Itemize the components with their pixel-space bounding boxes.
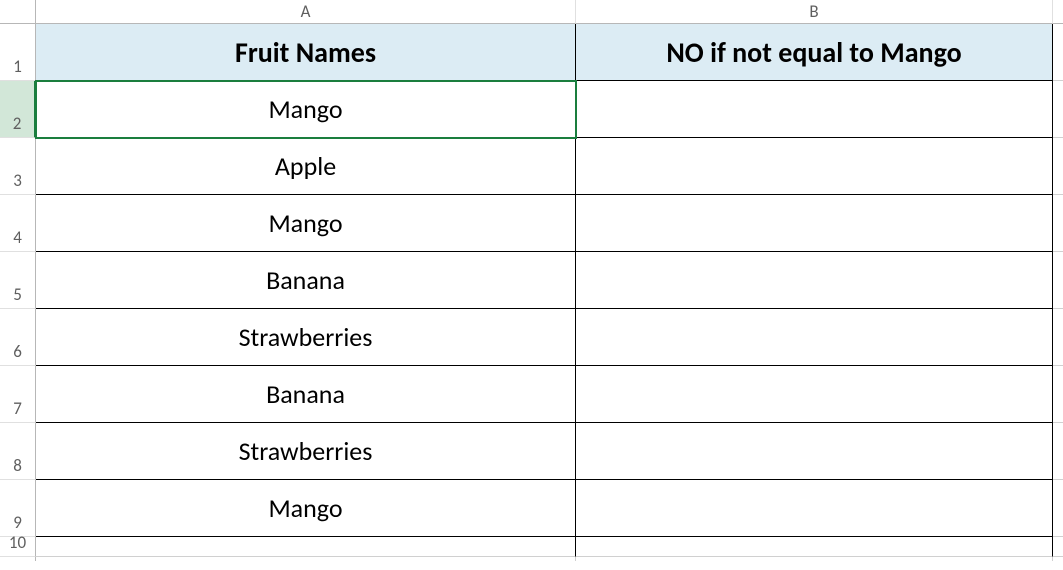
row-header-6[interactable]: 6 — [0, 309, 36, 366]
grid-edge — [1053, 81, 1063, 138]
cell-B4[interactable] — [576, 195, 1053, 252]
cell-A6[interactable]: Strawberries — [36, 309, 576, 366]
cell-B3[interactable] — [576, 138, 1053, 195]
cell-A4[interactable]: Mango — [36, 195, 576, 252]
grid-edge — [1053, 537, 1063, 557]
cell-A10[interactable] — [36, 537, 576, 557]
cell-B9[interactable] — [576, 480, 1053, 537]
cell-A9[interactable]: Mango — [36, 480, 576, 537]
row-header-1[interactable]: 1 — [0, 24, 36, 81]
select-all-corner[interactable] — [0, 0, 36, 24]
col-header-A[interactable]: A — [36, 0, 576, 24]
cell-B10[interactable] — [576, 537, 1053, 557]
grid-edge — [1053, 366, 1063, 423]
cell-A3[interactable]: Apple — [36, 138, 576, 195]
cell-B5[interactable] — [576, 252, 1053, 309]
row-header-4[interactable]: 4 — [0, 195, 36, 252]
cell-B2[interactable] — [576, 81, 1053, 138]
row-header-9[interactable]: 9 — [0, 480, 36, 537]
cell-A11[interactable] — [36, 557, 576, 561]
grid-edge — [1053, 195, 1063, 252]
row-header-11[interactable] — [0, 557, 36, 561]
grid-edge — [1053, 480, 1063, 537]
cell-B1[interactable]: NO if not equal to Mango — [576, 24, 1053, 81]
row-header-2[interactable]: 2 — [0, 81, 36, 138]
cell-B8[interactable] — [576, 423, 1053, 480]
grid-edge — [1053, 309, 1063, 366]
cell-B11[interactable] — [576, 557, 1053, 561]
row-header-10[interactable]: 10 — [0, 537, 36, 557]
cell-B6[interactable] — [576, 309, 1053, 366]
col-header-B[interactable]: B — [576, 0, 1053, 24]
grid-edge — [1053, 423, 1063, 480]
col-header-edge — [1053, 0, 1063, 24]
grid-edge — [1053, 557, 1063, 561]
row-header-5[interactable]: 5 — [0, 252, 36, 309]
cell-A1[interactable]: Fruit Names — [36, 24, 576, 81]
cell-A5[interactable]: Banana — [36, 252, 576, 309]
grid-edge — [1053, 138, 1063, 195]
grid-edge — [1053, 24, 1063, 81]
cell-A2[interactable]: Mango — [36, 81, 576, 138]
cell-A7[interactable]: Banana — [36, 366, 576, 423]
cell-B7[interactable] — [576, 366, 1053, 423]
spreadsheet-grid: A B 1 Fruit Names NO if not equal to Man… — [0, 0, 1063, 561]
cell-A8[interactable]: Strawberries — [36, 423, 576, 480]
row-header-8[interactable]: 8 — [0, 423, 36, 480]
grid-edge — [1053, 252, 1063, 309]
row-header-7[interactable]: 7 — [0, 366, 36, 423]
row-header-3[interactable]: 3 — [0, 138, 36, 195]
